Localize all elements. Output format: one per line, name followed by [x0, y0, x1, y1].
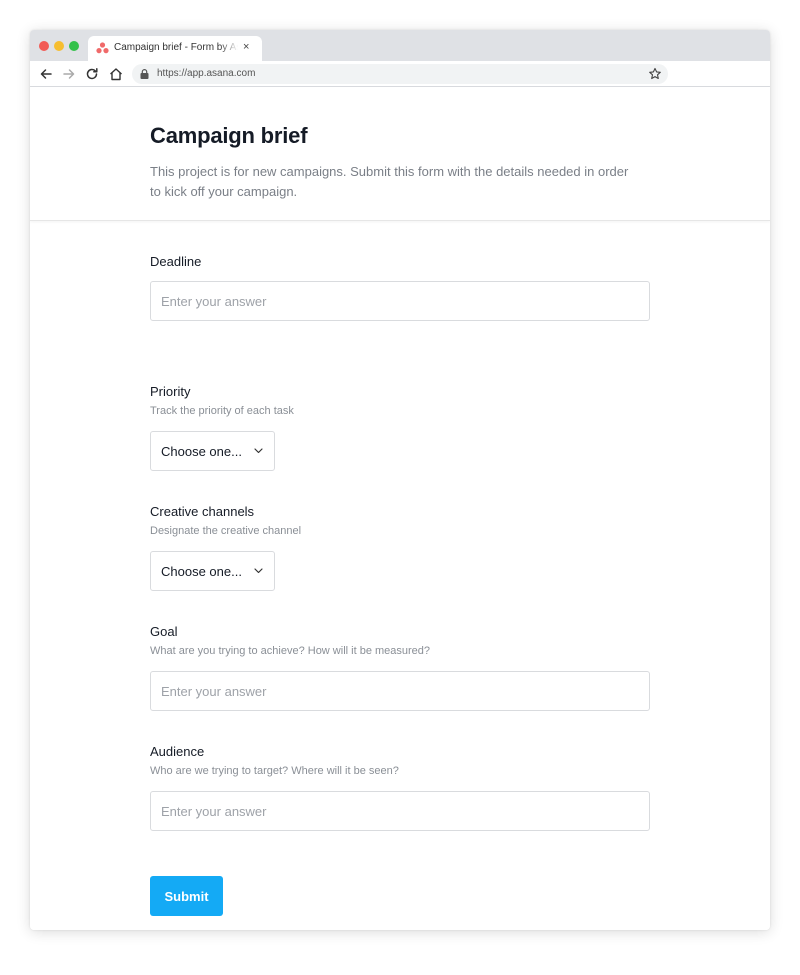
browser-tab[interactable]: Campaign brief - Form by Asana ×: [88, 36, 262, 61]
form-header: Campaign brief This project is for new c…: [30, 87, 770, 221]
close-window-button[interactable]: [39, 41, 49, 51]
goal-input[interactable]: [150, 671, 650, 711]
submit-button[interactable]: Submit: [150, 876, 223, 916]
field-priority: Priority Track the priority of each task…: [150, 384, 650, 471]
field-help-text: What are you trying to achieve? How will…: [150, 645, 431, 657]
asana-logo-icon: [96, 42, 109, 54]
chevron-down-icon: [254, 448, 263, 454]
field-label: Priority: [150, 384, 191, 399]
maximize-window-button[interactable]: [69, 41, 79, 51]
field-help-text: Who are we trying to target? Where will …: [150, 765, 399, 777]
tab-close-icon[interactable]: ×: [243, 40, 249, 54]
chevron-down-icon: [254, 568, 263, 574]
field-help-text: Designate the creative channel: [150, 525, 302, 537]
field-help-text: Track the priority of each task: [150, 405, 294, 417]
field-creative-channels: Creative channels Designate the creative…: [150, 504, 650, 591]
audience-input[interactable]: [150, 791, 650, 831]
creative-channels-select[interactable]: Choose one...: [150, 551, 275, 591]
tab-title: Campaign brief - Form by Asana: [114, 42, 238, 53]
back-arrow-icon[interactable]: [38, 66, 54, 82]
address-bar[interactable]: https://app.asana.com: [132, 64, 668, 84]
field-goal: Goal What are you trying to achieve? How…: [150, 624, 650, 711]
field-label: Goal: [150, 624, 178, 639]
deadline-input[interactable]: [150, 281, 650, 321]
field-deadline: Deadline: [150, 254, 650, 321]
select-value: Choose one...: [161, 444, 242, 459]
form-page: Campaign brief This project is for new c…: [30, 87, 770, 930]
lock-icon: [140, 69, 149, 79]
browser-window: Campaign brief - Form by Asana × https:/…: [30, 30, 770, 930]
home-icon[interactable]: [108, 66, 124, 82]
bookmark-star-icon[interactable]: [648, 67, 662, 81]
field-label: Audience: [150, 744, 205, 759]
browser-toolbar: https://app.asana.com: [30, 61, 770, 87]
field-label: Creative channels: [150, 504, 255, 519]
select-value: Choose one...: [161, 564, 242, 579]
minimize-window-button[interactable]: [54, 41, 64, 51]
forward-arrow-icon[interactable]: [61, 66, 77, 82]
url-text: https://app.asana.com: [157, 68, 256, 79]
field-audience: Audience Who are we trying to target? Wh…: [150, 744, 650, 831]
field-label: Deadline: [150, 254, 202, 269]
tab-strip: Campaign brief - Form by Asana ×: [30, 30, 770, 61]
priority-select[interactable]: Choose one...: [150, 431, 275, 471]
reload-icon[interactable]: [84, 66, 100, 82]
form-title: Campaign brief: [150, 123, 308, 148]
form-description: This project is for new campaigns. Submi…: [150, 164, 629, 199]
